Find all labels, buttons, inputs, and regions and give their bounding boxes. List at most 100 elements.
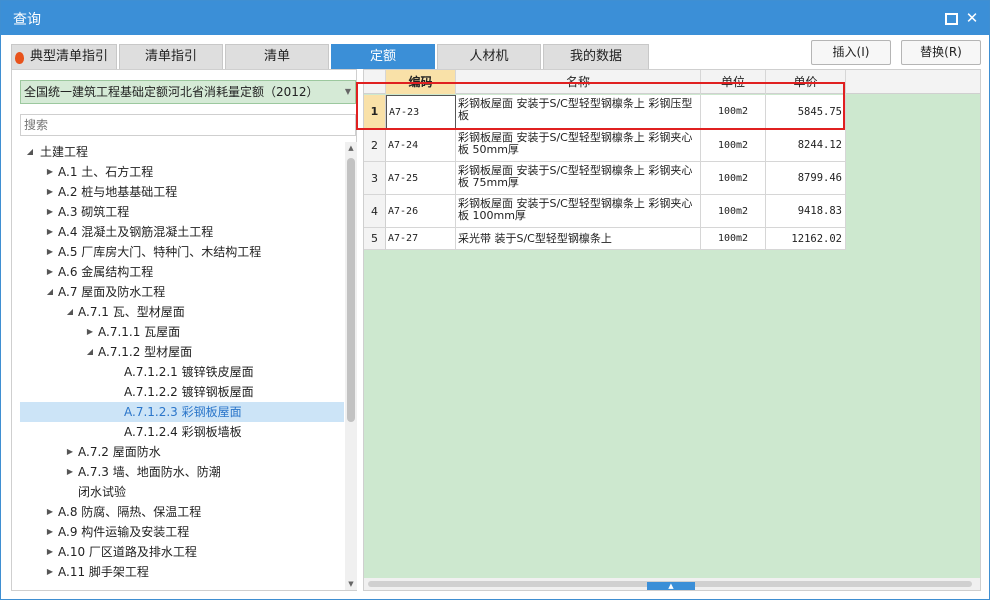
unit-cell[interactable]: 100m2: [701, 95, 766, 129]
price-cell[interactable]: 12162.02: [766, 228, 846, 250]
title-bar: 查询 ✕: [1, 1, 989, 35]
tree-item[interactable]: ▶ A.10 厂区道路及排水工程: [20, 542, 344, 562]
caret-collapsed-icon[interactable]: ▶: [44, 202, 56, 222]
tree-item[interactable]: ▶ A.7.3 墙、地面防水、防潮: [20, 462, 344, 482]
tree-item[interactable]: ▶ A.1 土、石方工程: [20, 162, 344, 182]
tree-item[interactable]: ▶ A.3 砌筑工程: [20, 202, 344, 222]
tree-scrollbar[interactable]: ▲ ▼: [345, 142, 357, 590]
tree-item[interactable]: A.7.1.2.4 彩钢板墙板: [20, 422, 344, 442]
caret-expanded-icon[interactable]: ◢: [44, 282, 56, 302]
code-cell[interactable]: A7-23: [386, 95, 456, 129]
code-cell[interactable]: A7-26: [386, 195, 456, 228]
panel-splitter-handle[interactable]: ▲: [647, 582, 695, 590]
tree-item-label: 闭水试验: [78, 485, 127, 499]
tab-labor-material-machine[interactable]: 人材机: [437, 44, 541, 69]
scroll-up-icon[interactable]: ▲: [345, 142, 357, 154]
unit-cell[interactable]: 100m2: [701, 195, 766, 228]
tree-item-label: A.7.1.2.3 彩钢板屋面: [124, 405, 242, 419]
quota-library-select[interactable]: 全国统一建筑工程基础定额河北省消耗量定额（2012） ▼: [20, 80, 356, 104]
tree-item-label: A.5 厂库房大门、特种门、木结构工程: [58, 245, 262, 259]
insert-button[interactable]: 插入(I): [811, 40, 891, 65]
row-number[interactable]: 4: [364, 195, 386, 228]
name-cell[interactable]: 彩钢板屋面 安装于S/C型轻型钢檩条上 彩钢夹心板 75mm厚: [456, 162, 701, 195]
row-number[interactable]: 3: [364, 162, 386, 195]
chevron-down-icon: ▼: [344, 87, 351, 96]
tree-item[interactable]: ◢ 土建工程: [20, 142, 344, 162]
tree-item-label: 土建工程: [40, 145, 89, 159]
row-number[interactable]: 5: [364, 228, 386, 250]
name-cell[interactable]: 彩钢板屋面 安装于S/C型轻型钢檩条上 彩钢夹心板 50mm厚: [456, 129, 701, 162]
tree-item[interactable]: ▶ A.8 防腐、隔热、保温工程: [20, 502, 344, 522]
tree-item[interactable]: A.7.1.2.1 镀锌铁皮屋面: [20, 362, 344, 382]
caret-collapsed-icon[interactable]: ▶: [44, 502, 56, 522]
tab-typical-bill-guide[interactable]: 典型清单指引: [11, 44, 117, 69]
row-number[interactable]: 2: [364, 129, 386, 162]
tree-item[interactable]: ▶ A.4 混凝土及钢筋混凝土工程: [20, 222, 344, 242]
tree-item[interactable]: ▶ A.5 厂库房大门、特种门、木结构工程: [20, 242, 344, 262]
tree-item-selected[interactable]: A.7.1.2.3 彩钢板屋面: [20, 402, 344, 422]
window-title: 查询: [13, 12, 41, 28]
name-cell[interactable]: 彩钢板屋面 安装于S/C型轻型钢檩条上 彩钢夹心板 100mm厚: [456, 195, 701, 228]
row-number[interactable]: 1: [364, 95, 386, 129]
tab-my-data[interactable]: 我的数据: [543, 44, 649, 69]
caret-collapsed-icon[interactable]: ▶: [44, 182, 56, 202]
caret-expanded-icon[interactable]: ◢: [84, 342, 96, 362]
tree-item[interactable]: ◢ A.7.1.2 型材屋面: [20, 342, 344, 362]
tree-item-label: A.7.1.1 瓦屋面: [98, 325, 181, 339]
flame-icon: [15, 52, 24, 64]
price-column-header[interactable]: 单价: [766, 70, 846, 94]
caret-expanded-icon[interactable]: ◢: [64, 302, 76, 322]
caret-collapsed-icon[interactable]: ▶: [64, 442, 76, 462]
code-cell[interactable]: A7-27: [386, 228, 456, 250]
name-column-header[interactable]: 名称: [456, 70, 701, 94]
tree-item[interactable]: A.7.1.2.2 镀锌钢板屋面: [20, 382, 344, 402]
tree-item[interactable]: ▶ A.9 构件运输及安装工程: [20, 522, 344, 542]
price-cell[interactable]: 9418.83: [766, 195, 846, 228]
unit-cell[interactable]: 100m2: [701, 162, 766, 195]
caret-collapsed-icon[interactable]: ▶: [84, 322, 96, 342]
caret-collapsed-icon[interactable]: ▶: [44, 242, 56, 262]
tree-item[interactable]: ▶ A.2 桩与地基基础工程: [20, 182, 344, 202]
caret-collapsed-icon[interactable]: ▶: [44, 542, 56, 562]
caret-expanded-icon[interactable]: ◢: [24, 142, 36, 162]
code-column-header[interactable]: 编码: [386, 70, 456, 94]
price-cell[interactable]: 8799.46: [766, 162, 846, 195]
close-icon[interactable]: ✕: [963, 9, 981, 27]
tree-item[interactable]: ◢ A.7.1 瓦、型材屋面: [20, 302, 344, 322]
name-cell[interactable]: 彩钢板屋面 安装于S/C型轻型钢檩条上 彩钢压型板: [456, 95, 701, 129]
tree-item-label: A.3 砌筑工程: [58, 205, 130, 219]
caret-collapsed-icon[interactable]: ▶: [44, 162, 56, 182]
unit-cell[interactable]: 100m2: [701, 228, 766, 250]
tree-item[interactable]: 闭水试验: [20, 482, 344, 502]
search-input[interactable]: [20, 114, 356, 136]
replace-button[interactable]: 替换(R): [901, 40, 981, 65]
caret-collapsed-icon[interactable]: ▶: [44, 522, 56, 542]
tab-quota[interactable]: 定额: [331, 44, 435, 69]
caret-collapsed-icon[interactable]: ▶: [44, 562, 56, 582]
tree-item-label: A.7.1 瓦、型材屋面: [78, 305, 185, 319]
name-cell[interactable]: 采光带 装于S/C型轻型钢檩条上: [456, 228, 701, 250]
caret-collapsed-icon[interactable]: ▶: [44, 222, 56, 242]
tab-bill[interactable]: 清单: [225, 44, 329, 69]
scroll-down-icon[interactable]: ▼: [345, 578, 357, 590]
tree-item-label: A.6 金属结构工程: [58, 265, 154, 279]
caret-collapsed-icon[interactable]: ▶: [64, 462, 76, 482]
tree-item-label: A.11 脚手架工程: [58, 565, 149, 579]
tree-item-label: A.9 构件运输及安装工程: [58, 525, 190, 539]
unit-cell[interactable]: 100m2: [701, 129, 766, 162]
tab-bill-guide[interactable]: 清单指引: [119, 44, 223, 69]
tree-item[interactable]: ▶ A.6 金属结构工程: [20, 262, 344, 282]
tree-item[interactable]: ◢ A.7 屋面及防水工程: [20, 282, 344, 302]
price-cell[interactable]: 5845.75: [766, 95, 846, 129]
caret-collapsed-icon[interactable]: ▶: [44, 262, 56, 282]
maximize-icon[interactable]: [941, 9, 959, 27]
code-cell[interactable]: A7-24: [386, 129, 456, 162]
query-window: 查询 ✕ 典型清单指引 清单指引 清单 定额 人材机 我的数据 插入(I) 替换…: [0, 0, 990, 600]
scroll-thumb[interactable]: [347, 158, 355, 422]
code-cell[interactable]: A7-25: [386, 162, 456, 195]
tree-item[interactable]: ▶ A.7.2 屋面防水: [20, 442, 344, 462]
tree-item[interactable]: ▶ A.11 脚手架工程: [20, 562, 344, 582]
unit-column-header[interactable]: 单位: [701, 70, 766, 94]
price-cell[interactable]: 8244.12: [766, 129, 846, 162]
tree-item[interactable]: ▶ A.7.1.1 瓦屋面: [20, 322, 344, 342]
